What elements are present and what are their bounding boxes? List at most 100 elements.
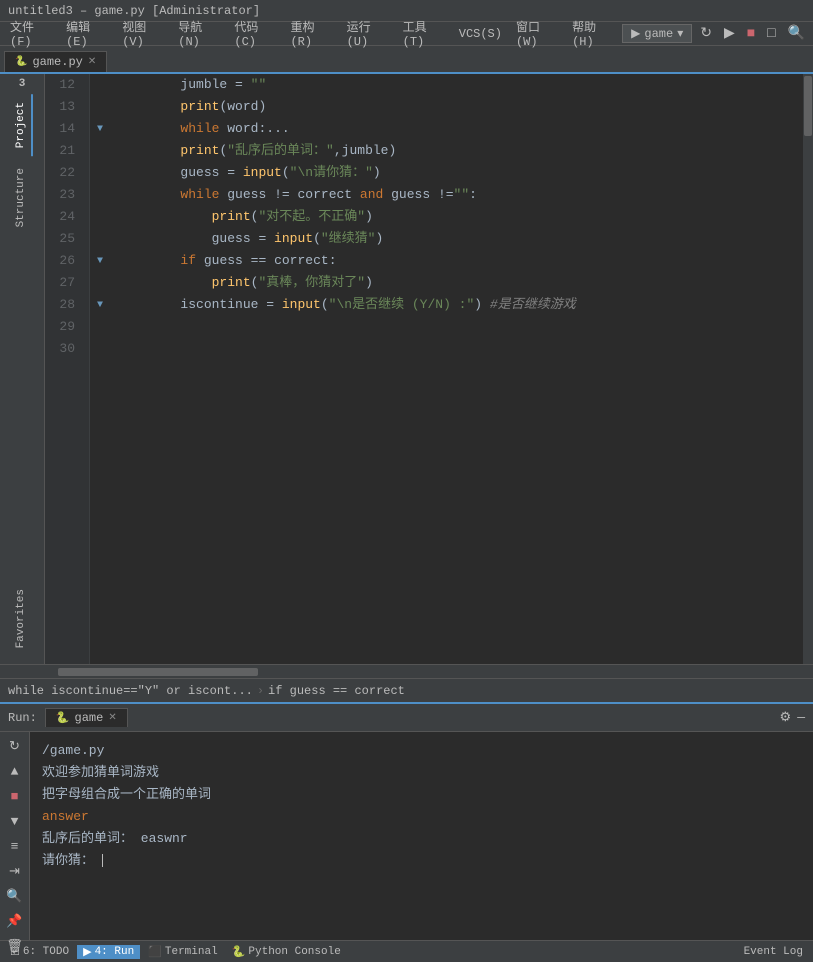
- line-num-26: 26: [53, 250, 81, 272]
- gutter-14[interactable]: ▼: [90, 118, 110, 140]
- editor-main: 12 13 14 21 22 23 24 25 26 27 28 29 30 ▼…: [45, 74, 813, 664]
- pin-icon[interactable]: 📌: [3, 911, 25, 932]
- status-event-log-label: Event Log: [744, 946, 803, 958]
- python-console-icon: 🐍: [232, 945, 246, 959]
- run-tab-close-icon[interactable]: ✕: [108, 712, 116, 724]
- settings-icon[interactable]: ⚙: [780, 710, 792, 725]
- menu-refactor[interactable]: 重构(R): [284, 16, 338, 51]
- line-num-22: 22: [53, 162, 81, 184]
- line-num-13: 13: [53, 96, 81, 118]
- code-line-26: if guess == correct:: [118, 250, 795, 272]
- menu-navigate[interactable]: 导航(N): [172, 16, 226, 51]
- status-todo-label: 6: TODO: [23, 946, 69, 958]
- line-num-30: 30: [53, 338, 81, 360]
- run-output-line1: 欢迎参加猜单词游戏: [42, 762, 801, 784]
- code-line-28: iscontinue = input("\n是否继续 (Y/N) :") #是否…: [118, 294, 795, 316]
- run-container: ↻ ▲ ■ ▼ ≡ ⇥ 🔍 📌 🗑 /game.py 欢迎参加猜单词游戏 把字母…: [0, 732, 813, 940]
- run-tab-name: game: [75, 711, 104, 725]
- gutter-26[interactable]: ▼: [90, 250, 110, 272]
- run-status-icon: ▶: [83, 945, 91, 959]
- gutter-21: [90, 140, 110, 162]
- status-python-console[interactable]: 🐍 Python Console: [226, 945, 347, 959]
- code-line-22: guess = input("\n请你猜："): [118, 162, 795, 184]
- gutter-12: [90, 74, 110, 96]
- rerun-icon[interactable]: ↻: [6, 736, 23, 757]
- align-icon[interactable]: ≡: [8, 836, 22, 857]
- indent-icon[interactable]: ⇥: [6, 861, 23, 882]
- status-terminal[interactable]: ⬛ Terminal: [142, 945, 224, 959]
- menu-run[interactable]: 运行(U): [341, 16, 395, 51]
- status-bar: ☑ 6: TODO ▶ 4: Run ⬛ Terminal 🐍 Python C…: [0, 940, 813, 962]
- menu-view[interactable]: 视图(V): [116, 16, 170, 51]
- run-label: Run:: [0, 711, 45, 725]
- todo-icon: ☑: [10, 945, 20, 959]
- scroll-up-icon[interactable]: ▲: [8, 761, 22, 782]
- menu-vcs[interactable]: VCS(S): [453, 25, 508, 43]
- filter-icon[interactable]: 🔍: [3, 886, 25, 907]
- line-num-29: 29: [53, 316, 81, 338]
- code-line-21: print("乱序后的单词：",jumble): [118, 140, 795, 162]
- run-left-toolbar: ↻ ▲ ■ ▼ ≡ ⇥ 🔍 📌 🗑: [0, 732, 30, 940]
- run-tab-icon: 🐍: [56, 711, 70, 725]
- sidebar: 3 Project Structure Favorites: [0, 74, 45, 664]
- editor-scrollbar[interactable]: [803, 74, 813, 664]
- run-output-path: /game.py: [42, 740, 801, 762]
- sidebar-tab-favorites[interactable]: Favorites: [11, 581, 33, 656]
- h-scrollbar-thumb[interactable]: [58, 668, 258, 676]
- gutter-25: [90, 228, 110, 250]
- input-cursor: [102, 854, 103, 867]
- minimize-icon[interactable]: —: [797, 710, 805, 725]
- code-line-12: jumble = "": [118, 74, 795, 96]
- code-area[interactable]: jumble = "" print(word) while word:... p…: [110, 74, 803, 664]
- run-icon[interactable]: ▶: [720, 23, 739, 44]
- horizontal-scrollbar[interactable]: [0, 664, 813, 678]
- run-output-line4: 乱序后的单词： easwnr: [42, 828, 801, 850]
- sidebar-tab-project[interactable]: Project: [11, 94, 33, 156]
- gutter-col: ▼ ▼ ▼: [90, 74, 110, 664]
- gutter-28[interactable]: ▼: [90, 294, 110, 316]
- build-icon[interactable]: ↻: [696, 23, 716, 44]
- sidebar-tab-structure[interactable]: Structure: [11, 160, 33, 235]
- run-tab-game[interactable]: 🐍 game ✕: [45, 708, 128, 727]
- line-num-12: 12: [53, 74, 81, 96]
- menu-code[interactable]: 代码(C): [228, 16, 282, 51]
- menu-tools[interactable]: 工具(T): [397, 16, 451, 51]
- run-output-line3: answer: [42, 806, 801, 828]
- line-num-24: 24: [53, 206, 81, 228]
- gutter-13: [90, 96, 110, 118]
- code-line-14: while word:...: [118, 118, 795, 140]
- scrollbar-thumb[interactable]: [804, 76, 812, 136]
- scroll-down-icon[interactable]: ▼: [8, 811, 22, 832]
- search-icon[interactable]: 🔍: [784, 23, 809, 44]
- code-line-13: print(word): [118, 96, 795, 118]
- gutter-22: [90, 162, 110, 184]
- status-run[interactable]: ▶ 4: Run: [77, 945, 140, 959]
- line-num-28: 28: [53, 294, 81, 316]
- status-event-log[interactable]: Event Log: [738, 946, 809, 958]
- breadcrumb-item-2[interactable]: if guess == correct: [268, 684, 405, 698]
- stop-run-icon[interactable]: ■: [8, 786, 22, 807]
- gutter-27: [90, 272, 110, 294]
- status-python-console-label: Python Console: [248, 946, 340, 958]
- status-run-label: 4: Run: [95, 946, 135, 958]
- coverage-icon[interactable]: □: [763, 24, 779, 44]
- menu-window[interactable]: 窗口(W): [510, 16, 564, 51]
- code-line-27: print("真棒，你猜对了"): [118, 272, 795, 294]
- tab-close-icon[interactable]: ✕: [88, 56, 96, 68]
- run-tab-bar: Run: 🐍 game ✕ ⚙ —: [0, 704, 813, 732]
- menu-help[interactable]: 帮助(H): [566, 16, 620, 51]
- menu-file[interactable]: 文件(F): [4, 16, 58, 51]
- run-output-line2: 把字母组合成一个正确的单词: [42, 784, 801, 806]
- line-num-21: 21: [53, 140, 81, 162]
- stop-icon[interactable]: ■: [743, 24, 759, 44]
- run-panel: Run: 🐍 game ✕ ⚙ — ↻ ▲ ■ ▼ ≡ ⇥ 🔍 📌 🗑 /gam…: [0, 702, 813, 940]
- code-line-29: [118, 316, 795, 338]
- menu-edit[interactable]: 编辑(E): [60, 16, 114, 51]
- tab-game-py[interactable]: 🐍 game.py ✕: [4, 51, 107, 72]
- breadcrumb-item-1[interactable]: while iscontinue=="Y" or iscont...: [8, 684, 253, 698]
- run-toolbar: ⚙ —: [780, 710, 813, 725]
- run-config-name: game: [644, 27, 673, 41]
- status-todo[interactable]: ☑ 6: TODO: [4, 945, 75, 959]
- menu-bar: 文件(F) 编辑(E) 视图(V) 导航(N) 代码(C) 重构(R) 运行(U…: [0, 22, 813, 46]
- run-config-selector[interactable]: ▶ game ▾: [622, 24, 692, 43]
